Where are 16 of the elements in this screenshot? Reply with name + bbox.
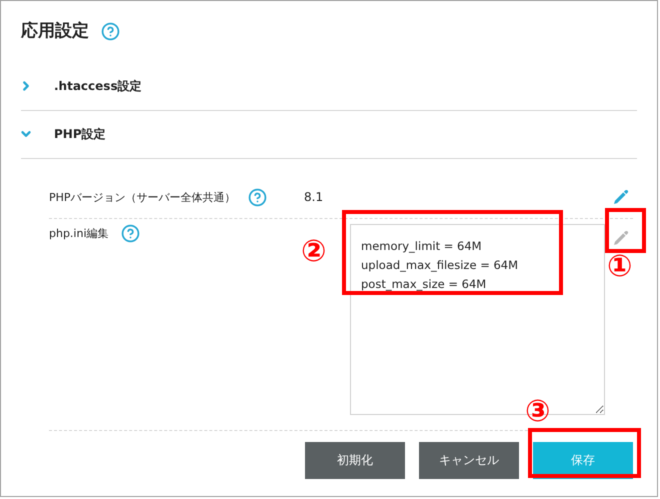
help-icon[interactable] [248, 188, 267, 206]
setting-label: php.ini編集 [49, 226, 109, 242]
annotation-number: ① [607, 252, 632, 282]
help-icon[interactable] [101, 22, 120, 42]
accordion-header[interactable]: .htaccess設定 [21, 62, 637, 110]
action-button[interactable]: キャンセル [419, 442, 519, 478]
setting-label: PHPバージョン（サーバー全体共通） [49, 190, 236, 206]
setting-value: 8.1 [304, 189, 324, 206]
highlight-frame [605, 208, 646, 253]
page-title: 応用設定 [21, 20, 89, 43]
action-button[interactable]: 初期化 [305, 442, 405, 478]
annotation-number: ② [301, 237, 326, 267]
help-icon[interactable] [120, 224, 140, 242]
pencil-icon[interactable] [612, 188, 630, 206]
pencil-icon[interactable] [612, 228, 630, 246]
accordion-header[interactable]: PHP設定 [21, 110, 637, 158]
